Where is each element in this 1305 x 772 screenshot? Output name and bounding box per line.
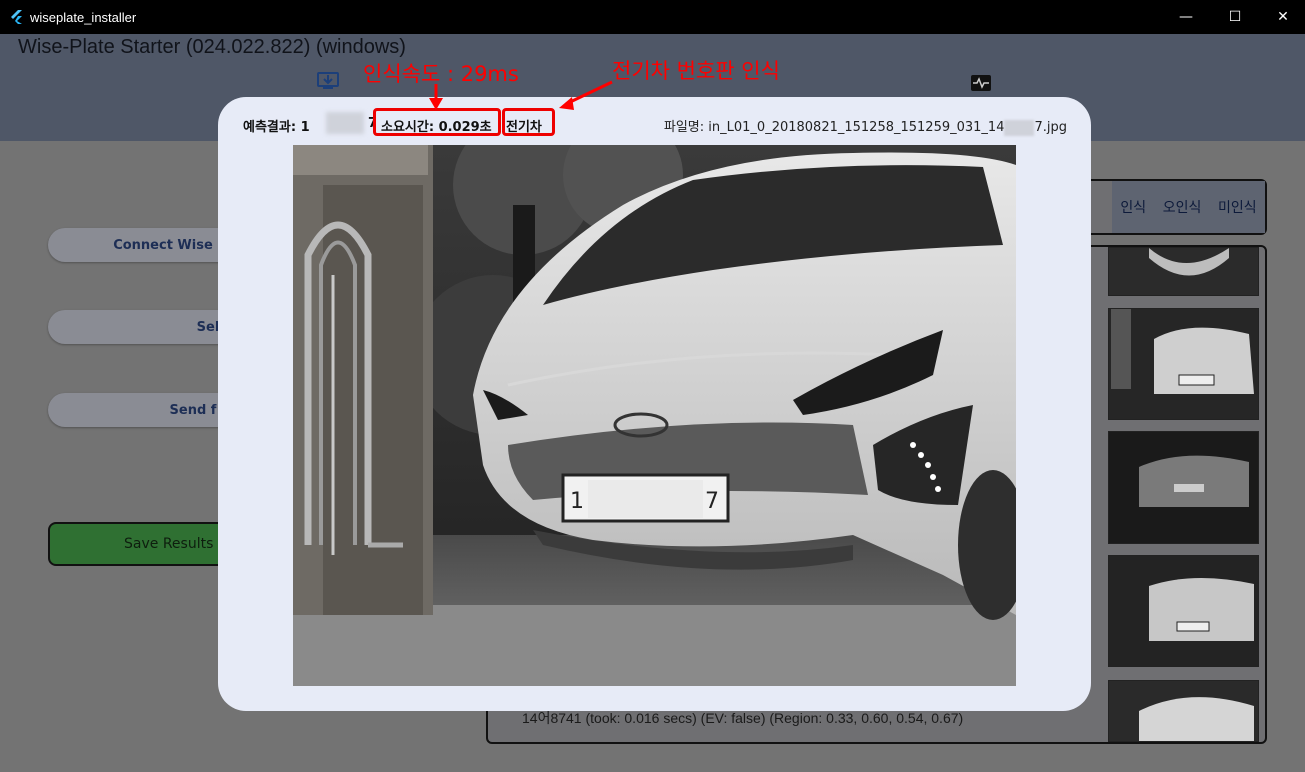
- app-window: wiseplate_installer — ☐ ✕ Wise-Plate Sta…: [0, 0, 1305, 772]
- annotation-arrows: [429, 80, 613, 110]
